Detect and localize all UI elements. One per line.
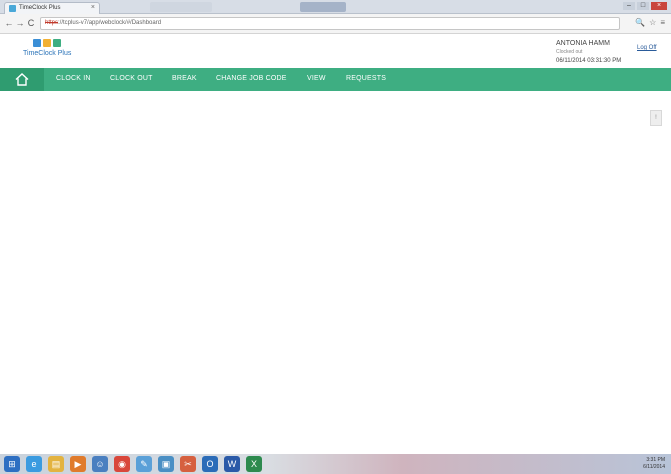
brand-name: TimeClock Plus — [23, 50, 72, 57]
tab-title: TimeClock Plus — [19, 5, 61, 11]
address-bar[interactable]: https://tcplus-v7/app/webclock/#/Dashboa… — [40, 17, 620, 30]
timeclock-logo[interactable]: TimeClock Plus — [23, 39, 83, 65]
nav-clock-in[interactable]: CLOCK IN — [56, 75, 91, 82]
nav-change-job-code[interactable]: CHANGE JOB CODE — [216, 75, 287, 82]
nav-clock-out[interactable]: CLOCK OUT — [110, 75, 153, 82]
browser-toolbar: ← → C https://tcplus-v7/app/webclock/#/D… — [0, 14, 671, 34]
user-status: Clocked out — [556, 49, 583, 55]
excel-icon[interactable]: X — [246, 456, 262, 472]
os-taskbar: ⊞ e ▤ ▶ ☺ ◉ ✎ ▣ ✂ O W X 3:31 PM 6/11/2014 — [0, 454, 671, 474]
forward-button[interactable]: → — [15, 18, 25, 28]
snip-icon[interactable]: ✂ — [180, 456, 196, 472]
monitor-icon[interactable]: ▣ — [158, 456, 174, 472]
tab-close-icon[interactable]: × — [91, 4, 95, 11]
close-window-button[interactable]: × — [651, 2, 667, 10]
home-button[interactable] — [0, 68, 44, 91]
side-panel-toggle[interactable]: ! — [650, 110, 662, 126]
minimize-button[interactable]: – — [623, 2, 635, 10]
window-controls: – □ × — [623, 2, 667, 10]
main-nav: CLOCK IN CLOCK OUT BREAK CHANGE JOB CODE… — [0, 68, 671, 91]
tray-date: 6/11/2014 — [643, 464, 665, 470]
current-datetime: 06/11/2014 03:31:30 PM — [556, 58, 622, 64]
url-scheme: https — [45, 20, 59, 26]
chrome-icon[interactable]: ◉ — [114, 456, 130, 472]
dashboard-content — [0, 91, 671, 454]
blurred-tab — [300, 2, 346, 12]
toolbar-actions: 🔍 ☆ ≡ — [635, 18, 665, 27]
nav-view[interactable]: VIEW — [307, 75, 326, 82]
user-info: ANTONIA HAMM Clocked out 06/11/2014 03:3… — [556, 40, 636, 64]
logo-square — [53, 39, 61, 47]
system-tray: 3:31 PM 6/11/2014 — [643, 457, 665, 471]
app-icon[interactable]: ✎ — [136, 456, 152, 472]
folder-icon[interactable]: ▤ — [48, 456, 64, 472]
tab-strip: TimeClock Plus × – □ × — [0, 0, 671, 14]
star-icon[interactable]: ☆ — [649, 18, 656, 27]
reload-button[interactable]: C — [26, 18, 36, 28]
logo-square — [43, 39, 51, 47]
menu-icon[interactable]: ≡ — [660, 18, 665, 27]
app-header: TimeClock Plus ANTONIA HAMM Clocked out … — [0, 34, 671, 68]
logo-square — [33, 39, 41, 47]
outlook-icon[interactable]: O — [202, 456, 218, 472]
nav-break[interactable]: BREAK — [172, 75, 197, 82]
zoom-icon[interactable]: 🔍 — [635, 18, 645, 27]
maximize-button[interactable]: □ — [637, 2, 649, 10]
browser-window: TimeClock Plus × – □ × ← → C https://tcp… — [0, 0, 671, 474]
favicon-icon — [9, 5, 16, 12]
logo-squares — [33, 39, 83, 47]
media-icon[interactable]: ▶ — [70, 456, 86, 472]
user-name: ANTONIA HAMM — [556, 40, 610, 47]
back-button[interactable]: ← — [4, 18, 14, 28]
taskbar-icons: ⊞ e ▤ ▶ ☺ ◉ ✎ ▣ ✂ O W X — [4, 456, 262, 472]
url-path: ://tcplus-v7/app/webclock/#/Dashboard — [58, 20, 162, 26]
people-icon[interactable]: ☺ — [92, 456, 108, 472]
browser-tab[interactable]: TimeClock Plus × — [4, 2, 100, 14]
nav-requests[interactable]: REQUESTS — [346, 75, 386, 82]
ie-icon[interactable]: e — [26, 456, 42, 472]
home-icon — [15, 73, 29, 86]
logoff-link[interactable]: Log Off — [637, 45, 657, 51]
word-icon[interactable]: W — [224, 456, 240, 472]
start-orb-icon[interactable]: ⊞ — [4, 456, 20, 472]
tray-time: 3:31 PM — [646, 457, 665, 463]
blurred-tab — [150, 2, 212, 12]
